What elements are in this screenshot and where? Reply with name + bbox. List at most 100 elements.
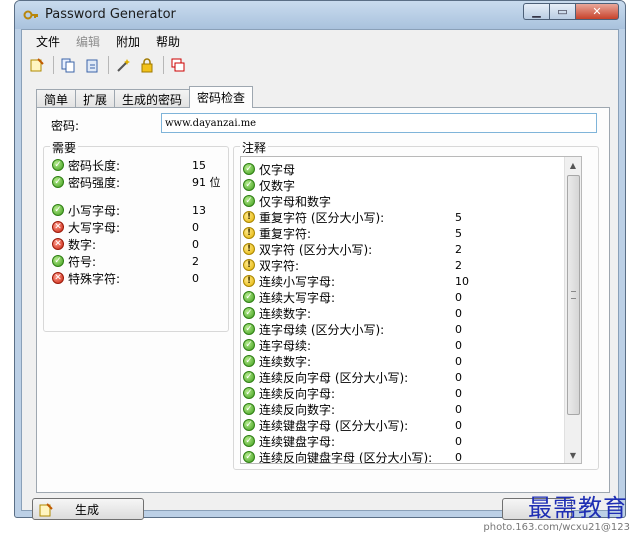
note-row: ! 双字符: 2	[243, 257, 462, 273]
check-icon: ✓	[243, 163, 255, 175]
check-icon: ✓	[52, 176, 64, 188]
note-value: 5	[455, 226, 462, 240]
note-row: ✓ 连续数字: 0	[243, 305, 462, 321]
client-area: 文件 编辑 附加 帮助 简单 扩展 生成的密码 密码检查 密码: www.day…	[21, 29, 619, 520]
scroll-thumb[interactable]	[567, 175, 580, 415]
note-row: ✓ 仅字母和数字	[243, 193, 331, 209]
check-icon: ✓	[243, 179, 255, 191]
requirement-row: ✓ 密码强度: 91 位	[52, 174, 221, 190]
note-value: 0	[455, 322, 462, 336]
scroll-up-icon[interactable]: ▲	[565, 157, 581, 173]
notes-title: 注释	[240, 139, 269, 156]
notes-list[interactable]: ✓ 仅字母 ✓ 仅数字 ✓ 仅字母和数字! 重复字符 (区分大小写): 5! 重复字符: 5! 双字…	[240, 156, 582, 464]
minimize-button[interactable]: ▁	[523, 3, 549, 20]
scroll-down-icon[interactable]: ▼	[565, 447, 581, 463]
requirement-value: 91 位	[192, 176, 221, 189]
requirement-row: ✕ 大写字母: 0	[52, 219, 199, 235]
maximize-icon: ▭	[557, 5, 568, 18]
note-row: ! 连续小写字母: 10	[243, 273, 469, 289]
notes-group: 注释 ✓ 仅字母 ✓ 仅数字 ✓ 仅字母和数字! 重复字符 (区分大小写): 5! 重复字符: 5…	[233, 139, 599, 470]
note-label: 连续键盘字母 (区分大小写):	[259, 418, 409, 433]
note-label: 连续反向键盘字母 (区分大小写):	[259, 450, 433, 464]
note-label: 仅数字	[259, 178, 296, 193]
check-icon: ✓	[243, 403, 255, 415]
windows-icon	[171, 58, 185, 72]
check-icon: ✓	[243, 355, 255, 367]
note-row: ✓ 仅字母	[243, 161, 295, 177]
warning-icon: !	[243, 227, 255, 239]
menu-help[interactable]: 帮助	[156, 33, 180, 50]
requirement-label: 密码长度:	[68, 158, 121, 173]
generate-label: 生成	[75, 502, 100, 517]
notes-scrollbar[interactable]: ▲ ▼	[564, 157, 581, 463]
requirement-label: 特殊字符:	[68, 271, 121, 286]
password-label: 密码:	[51, 119, 80, 133]
generate-button[interactable]: 生成	[32, 498, 144, 520]
tab-extended[interactable]: 扩展	[75, 89, 116, 108]
toolbar-new-button[interactable]	[26, 54, 48, 76]
note-row: ✓ 连字母续: 0	[243, 337, 462, 353]
maximize-button[interactable]: ▭	[549, 3, 575, 20]
requirement-row: ✕ 特殊字符: 0	[52, 270, 199, 286]
toolbar-lock-button[interactable]	[136, 54, 158, 76]
note-row: ✓ 连续反向字母 (区分大小写): 0	[243, 369, 462, 385]
check-icon: ✓	[52, 159, 64, 171]
tab-strip: 简单 扩展 生成的密码 密码检查	[36, 86, 254, 108]
key-icon	[23, 10, 38, 20]
check-icon: ✓	[243, 323, 255, 335]
note-row: ✓ 连续反向字母: 0	[243, 385, 462, 401]
requirement-value: 0	[192, 220, 199, 234]
menu-extras[interactable]: 附加	[116, 33, 140, 50]
requirement-row: ✓ 小写字母: 13	[52, 202, 206, 218]
toolbar-wizard-button[interactable]	[112, 54, 134, 76]
note-label: 连续小写字母:	[259, 274, 336, 289]
error-icon: ✕	[52, 272, 64, 284]
password-input[interactable]: www.dayanzai.me	[161, 113, 597, 133]
check-icon: ✓	[243, 307, 255, 319]
requirement-value: 15	[192, 158, 206, 172]
error-icon: ✕	[52, 238, 64, 250]
tab-password-check[interactable]: 密码检查	[189, 86, 254, 108]
note-row: ! 重复字符: 5	[243, 225, 462, 241]
wizard-icon	[117, 59, 130, 72]
requirement-label: 大写字母:	[68, 220, 121, 235]
warning-icon: !	[243, 243, 255, 255]
note-label: 双字符:	[259, 258, 300, 273]
toolbar-windows-button[interactable]	[167, 54, 189, 76]
tab-generated-passwords[interactable]: 生成的密码	[114, 89, 191, 108]
paste-icon	[86, 59, 98, 73]
note-label: 连续反向数字:	[259, 402, 336, 417]
requirement-label: 数字:	[68, 237, 97, 252]
note-row: ✓ 连续反向键盘字母 (区分大小写): 0	[243, 449, 462, 464]
tab-simple[interactable]: 简单	[36, 89, 77, 108]
requirement-value: 2	[192, 254, 199, 268]
note-label: 连字母续 (区分大小写):	[259, 322, 385, 337]
title-bar[interactable]: Password Generator ▁ ▭ ✕	[15, 1, 625, 29]
watermark-text: 最需教育	[528, 494, 628, 522]
note-row: ✓ 连续键盘字母: 0	[243, 433, 462, 449]
requirements-group: 需要 ✓ 密码长度: 15 ✓ 密码强度: 91 位 ✓ 小写字母: 13 ✕ 大写字母: 0 ✕ 数字:…	[43, 139, 229, 332]
requirement-value: 13	[192, 203, 206, 217]
note-row: ✓ 连续键盘字母 (区分大小写): 0	[243, 417, 462, 433]
copy-icon	[61, 58, 75, 73]
check-icon: ✓	[52, 204, 64, 216]
toolbar-separator	[108, 56, 109, 74]
menu-edit[interactable]: 编辑	[76, 33, 100, 50]
lock-icon	[141, 58, 153, 73]
toolbar-separator	[163, 56, 164, 74]
note-value: 0	[455, 386, 462, 400]
requirement-label: 符号:	[68, 254, 97, 269]
note-label: 连续大写字母:	[259, 290, 336, 305]
note-row: ✓ 连续反向数字: 0	[243, 401, 462, 417]
note-value: 0	[455, 354, 462, 368]
app-window: Password Generator ▁ ▭ ✕ 文件 编辑 附加 帮助 简单 …	[14, 0, 626, 520]
note-row: ✓ 连续数字: 0	[243, 353, 462, 369]
menu-file[interactable]: 文件	[36, 33, 60, 50]
warning-icon: !	[243, 211, 255, 223]
toolbar-copy-button[interactable]	[57, 54, 79, 76]
note-row: ! 双字符 (区分大小写): 2	[243, 241, 462, 257]
close-window-button[interactable]: ✕	[575, 3, 619, 20]
note-value: 0	[455, 338, 462, 352]
note-value: 0	[455, 402, 462, 416]
toolbar-paste-button[interactable]	[81, 54, 103, 76]
